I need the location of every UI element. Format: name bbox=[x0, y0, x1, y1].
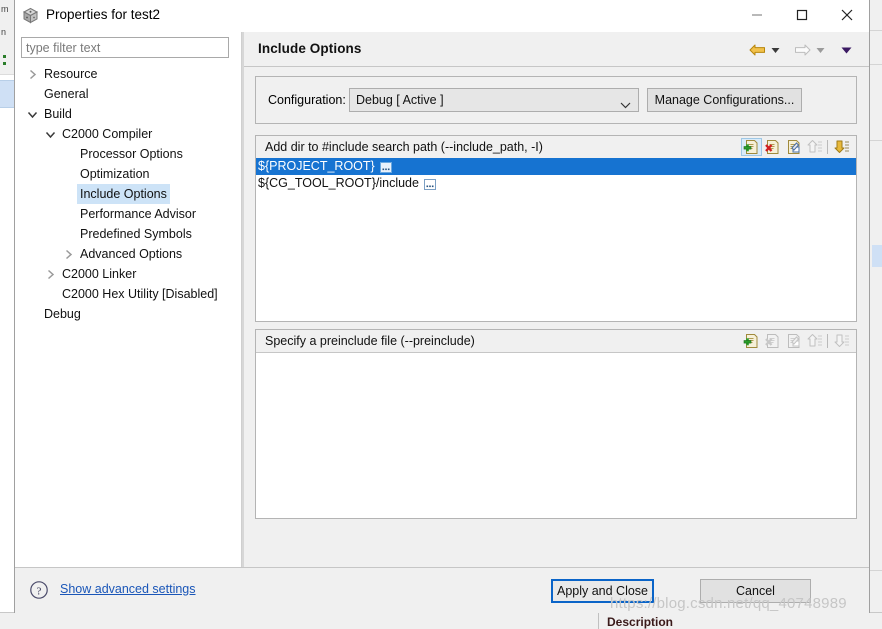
sidebar-item-label: C2000 Hex Utility [Disabled] bbox=[62, 287, 218, 301]
close-icon[interactable] bbox=[824, 0, 869, 30]
background-tab-label-1: m bbox=[1, 4, 9, 14]
sidebar-item-c2000-compiler[interactable]: C2000 Compiler bbox=[15, 124, 241, 144]
configuration-select[interactable]: Debug [ Active ] bbox=[349, 88, 639, 112]
sidebar-item-build[interactable]: Build bbox=[15, 104, 241, 124]
configuration-selected-value: Debug [ Active ] bbox=[356, 93, 444, 107]
add-icon[interactable] bbox=[741, 138, 762, 156]
sidebar-item-processor-options[interactable]: Processor Options bbox=[15, 144, 241, 164]
add-icon[interactable] bbox=[741, 332, 762, 350]
sidebar-item-resource[interactable]: Resource bbox=[15, 64, 241, 84]
cube-icon bbox=[21, 6, 40, 25]
sidebar-item-label: C2000 Compiler bbox=[62, 127, 153, 141]
dialog-footer: ? Show advanced settings Apply and Close… bbox=[15, 567, 869, 613]
toolbar-separator bbox=[827, 140, 828, 154]
configuration-label: Configuration: bbox=[268, 93, 346, 107]
background-view-separator bbox=[598, 613, 599, 629]
chevron-right-icon[interactable] bbox=[27, 64, 38, 84]
chevron-right-icon[interactable] bbox=[63, 244, 74, 264]
chevron-down-icon bbox=[620, 98, 631, 112]
move-down-icon[interactable] bbox=[831, 138, 852, 156]
toolbar-separator bbox=[827, 334, 828, 348]
sidebar-item-label: Optimization bbox=[80, 167, 150, 181]
list-item[interactable]: ${CG_TOOL_ROOT}/include bbox=[256, 175, 856, 192]
edit-icon[interactable] bbox=[783, 138, 804, 156]
help-icon[interactable]: ? bbox=[29, 580, 49, 600]
background-marker-dot bbox=[3, 55, 6, 58]
preinclude-toolbar bbox=[741, 332, 852, 350]
settings-tree-pane: Resource General Build C2000 Compiler Proces… bbox=[15, 32, 241, 567]
dialog-title-bar: Properties for test2 bbox=[15, 0, 869, 32]
sidebar-item-optimization[interactable]: Optimization bbox=[15, 164, 241, 184]
sidebar-item-c2000-linker[interactable]: C2000 Linker bbox=[15, 264, 241, 284]
background-description-label: Description bbox=[607, 615, 674, 629]
minimize-icon[interactable] bbox=[734, 0, 779, 30]
list-item[interactable]: ${PROJECT_ROOT} bbox=[256, 158, 856, 175]
sidebar-item-label: Advanced Options bbox=[80, 247, 183, 261]
sidebar-item-label: Resource bbox=[44, 67, 98, 81]
list-item-label: ${CG_TOOL_ROOT}/include bbox=[258, 176, 419, 190]
svg-text:?: ? bbox=[37, 585, 42, 597]
page-pane: Include Options Configuration: Debug [A… bbox=[244, 32, 869, 567]
sidebar-item-performance-advisor[interactable]: Performance Advisor bbox=[15, 204, 241, 224]
chevron-right-icon[interactable] bbox=[45, 264, 56, 284]
background-bottom-view: Description bbox=[0, 612, 882, 629]
manage-configurations-button[interactable]: Manage Configurations... bbox=[647, 88, 802, 112]
show-advanced-settings-link[interactable]: Show advanced settings bbox=[60, 582, 196, 596]
sidebar-item-label: C2000 Linker bbox=[62, 267, 137, 281]
sidebar-item-label: Predefined Symbols bbox=[80, 227, 192, 241]
sidebar-item-label: Build bbox=[44, 107, 72, 121]
move-up-icon bbox=[804, 138, 825, 156]
sidebar-item-label: General bbox=[44, 87, 89, 101]
dialog-title: Properties for test2 bbox=[46, 7, 161, 22]
variable-icon bbox=[424, 178, 436, 190]
preinclude-title: Specify a preinclude file (--preinclude) bbox=[265, 334, 475, 348]
include-path-header: Add dir to #include search path (--inclu… bbox=[256, 136, 856, 159]
preinclude-header: Specify a preinclude file (--preinclude) bbox=[256, 330, 856, 353]
settings-tree: Resource General Build C2000 Compiler Proces… bbox=[15, 64, 241, 324]
background-editor-left-edge: m n bbox=[0, 0, 14, 629]
back-history-chevron-down-icon[interactable] bbox=[770, 42, 781, 58]
dialog-body: Resource General Build C2000 Compiler Proces… bbox=[15, 32, 869, 567]
cancel-button[interactable]: Cancel bbox=[700, 579, 811, 603]
configuration-group: Configuration: Debug [ Active ] Manage C… bbox=[255, 76, 857, 124]
edit-icon bbox=[783, 332, 804, 350]
background-selected-row bbox=[0, 80, 14, 108]
page-title: Include Options bbox=[258, 41, 362, 56]
back-arrow-icon[interactable] bbox=[749, 42, 766, 58]
sidebar-item-label: Debug bbox=[44, 307, 81, 321]
move-up-icon bbox=[804, 332, 825, 350]
background-marker-dot bbox=[3, 62, 6, 65]
view-menu-chevron-down-icon[interactable] bbox=[840, 42, 853, 58]
chevron-down-icon[interactable] bbox=[45, 124, 56, 144]
filter-input[interactable] bbox=[21, 37, 229, 58]
sidebar-item-advanced-options[interactable]: Advanced Options bbox=[15, 244, 241, 264]
include-path-panel: Add dir to #include search path (--inclu… bbox=[255, 135, 857, 322]
sidebar-item-general[interactable]: General bbox=[15, 84, 241, 104]
apply-and-close-button[interactable]: Apply and Close bbox=[551, 579, 654, 603]
background-tab-label-2: n bbox=[1, 27, 7, 37]
include-path-toolbar bbox=[741, 138, 852, 156]
properties-dialog: Properties for test2 Resource General Buil… bbox=[14, 0, 870, 613]
sidebar-item-debug[interactable]: Debug bbox=[15, 304, 241, 324]
sidebar-item-c2000-hex-utility-disabled[interactable]: C2000 Hex Utility [Disabled] bbox=[15, 284, 241, 304]
sidebar-item-include-options[interactable]: Include Options bbox=[15, 184, 241, 204]
sidebar-item-label: Include Options bbox=[77, 184, 170, 204]
move-down-icon bbox=[831, 332, 852, 350]
page-header: Include Options bbox=[244, 32, 869, 67]
delete-icon[interactable] bbox=[762, 138, 783, 156]
sidebar-item-label: Processor Options bbox=[80, 147, 183, 161]
preinclude-panel: Specify a preinclude file (--preinclude) bbox=[255, 329, 857, 519]
sidebar-item-label: Performance Advisor bbox=[80, 207, 197, 221]
background-highlight bbox=[872, 245, 882, 267]
maximize-icon[interactable] bbox=[779, 0, 824, 30]
include-path-title: Add dir to #include search path (--inclu… bbox=[265, 140, 543, 154]
chevron-down-icon[interactable] bbox=[27, 104, 38, 124]
background-toolbar-strip bbox=[0, 46, 14, 75]
forward-history-chevron-down-icon[interactable] bbox=[815, 42, 826, 58]
list-item-label: ${PROJECT_ROOT} bbox=[258, 159, 375, 173]
delete-icon bbox=[762, 332, 783, 350]
variable-icon bbox=[380, 161, 392, 173]
sidebar-item-predefined-symbols[interactable]: Predefined Symbols bbox=[15, 224, 241, 244]
forward-arrow-icon[interactable] bbox=[794, 42, 811, 58]
